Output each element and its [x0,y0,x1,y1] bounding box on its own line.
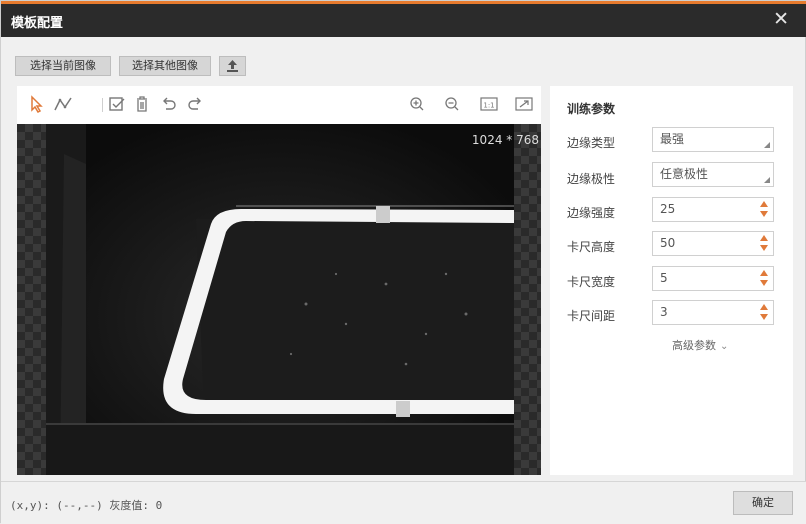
zoom-in-icon[interactable] [407,95,427,113]
edge-polarity-value: 任意极性 [660,167,709,181]
caliper-height-value: 50 [660,236,676,250]
inspection-image [46,124,514,475]
caliper-width-label: 卡尺宽度 [567,275,616,289]
params-header: 训练参数 [567,102,616,116]
edge-type-select[interactable]: 最强 [652,127,774,152]
spinner-arrows-icon[interactable] [760,235,768,252]
actual-size-icon[interactable]: 1:1 [479,95,499,113]
toolbar-divider [102,98,103,112]
image-canvas[interactable]: 1024 * 768 [17,124,541,475]
zoom-out-icon[interactable] [442,95,462,113]
pointer-icon[interactable] [27,95,47,113]
titlebar: 模板配置 ✕ [1,4,806,37]
advanced-params-label: 高级参数 [672,339,716,352]
edge-type-label: 边缘类型 [567,136,616,150]
template-config-dialog: 模板配置 ✕ 选择当前图像 选择其他图像 1:1 1024 * 768 训练参数… [0,0,806,524]
spinner-arrows-icon[interactable] [760,201,768,218]
undo-icon[interactable] [159,95,179,113]
chevron-down-icon: ⌄ [720,341,729,352]
select-other-image-button[interactable]: 选择其他图像 [119,56,211,76]
image-panel: 1:1 1024 * 768 [17,86,541,475]
polyline-icon[interactable] [53,95,73,113]
image-resolution: 1024 * 768 [471,133,539,147]
status-bar: (x,y): (--,--) 灰度值: 0 确定 [1,481,806,524]
upload-icon [227,60,238,72]
spinner-arrows-icon[interactable] [760,304,768,321]
edge-type-value: 最强 [660,132,685,146]
edge-strength-input[interactable]: 25 [652,197,774,222]
caliper-height-input[interactable]: 50 [652,231,774,256]
checkbox-select-icon[interactable] [107,95,127,113]
caliper-width-value: 5 [660,271,668,285]
confirm-button[interactable]: 确定 [733,491,793,515]
caliper-spacing-label: 卡尺间距 [567,309,616,323]
upload-button[interactable] [219,56,246,76]
caliper-width-input[interactable]: 5 [652,266,774,291]
image-toolbar: 1:1 [17,86,541,124]
caliper-height-label: 卡尺高度 [567,240,616,254]
close-icon[interactable]: ✕ [773,8,789,30]
advanced-params-toggle[interactable]: 高级参数 ⌄ [672,337,728,353]
dialog-title: 模板配置 [11,16,64,31]
delete-icon[interactable] [132,95,152,113]
edge-strength-label: 边缘强度 [567,206,616,220]
fit-window-icon[interactable] [514,95,534,113]
edge-strength-value: 25 [660,202,676,216]
pixel-readout: (x,y): (--,--) 灰度值: 0 [10,499,163,512]
dropdown-corner-icon [764,142,770,148]
spinner-arrows-icon[interactable] [760,270,768,287]
training-params-panel: 训练参数 边缘类型 最强 边缘极性 任意极性 边缘强度 25 卡尺高度 50 卡… [550,86,793,475]
edge-polarity-label: 边缘极性 [567,172,616,186]
actual-size-label: 1:1 [483,102,494,110]
caliper-spacing-value: 3 [660,305,668,319]
redo-icon[interactable] [185,95,205,113]
windshield-image [46,124,514,475]
dropdown-corner-icon [764,177,770,183]
select-current-image-button[interactable]: 选择当前图像 [15,56,111,76]
caliper-spacing-input[interactable]: 3 [652,300,774,325]
edge-polarity-select[interactable]: 任意极性 [652,162,774,187]
